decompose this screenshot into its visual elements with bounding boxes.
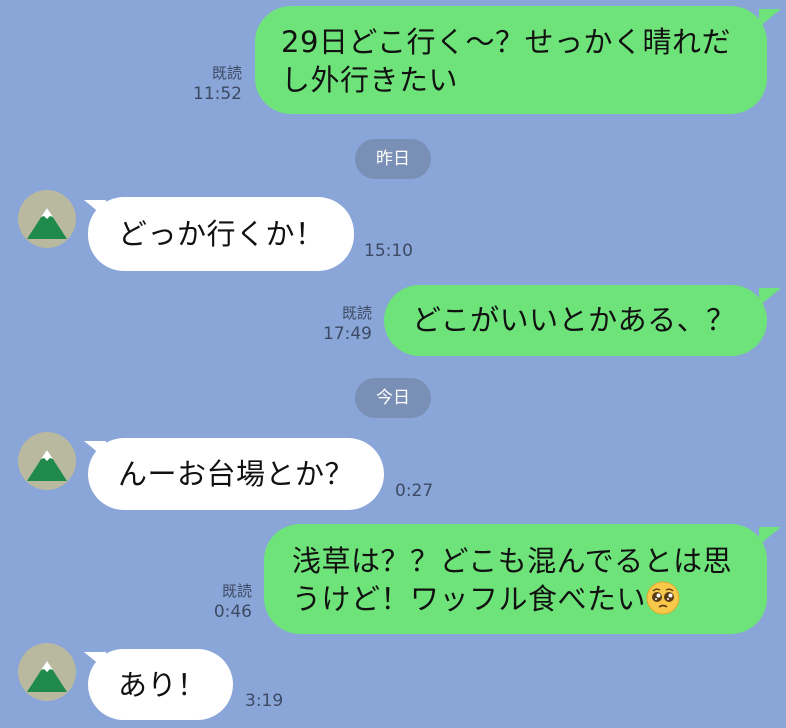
outgoing-message-bubble[interactable]: 29日どこ行く〜？せっかく晴れだ し外行きたい <box>255 6 767 114</box>
message-text-line: し外行きたい <box>281 63 459 97</box>
message-time: 11:52 <box>193 84 242 104</box>
message-meta: 既読 11:52 <box>186 63 242 105</box>
pleading-face-icon <box>646 581 680 615</box>
read-receipt: 既読 <box>221 582 252 600</box>
message-time: 15:10 <box>364 241 413 261</box>
message-time: 0:46 <box>213 602 252 622</box>
bubble-tail <box>759 527 781 545</box>
incoming-message-bubble[interactable]: どっか行くか！ <box>88 197 354 271</box>
contact-avatar[interactable] <box>18 190 76 248</box>
message-text: んーお台場とか？ <box>118 457 355 491</box>
outgoing-message-bubble[interactable]: どこがいいとかある、？ <box>384 285 767 356</box>
message-text: どこがいいとかある、？ <box>412 303 736 337</box>
read-receipt: 既読 <box>341 304 372 322</box>
mountain-icon <box>27 208 67 239</box>
message-text-line: うけど！ワッフル食べたい <box>292 582 647 616</box>
message-time: 17:49 <box>323 324 372 344</box>
message-text: どっか行くか！ <box>118 217 325 251</box>
date-separator: 今日 <box>355 378 431 418</box>
contact-avatar[interactable] <box>18 643 76 701</box>
message-text: あり！ <box>118 668 207 702</box>
incoming-message-bubble[interactable]: んーお台場とか？ <box>88 438 384 510</box>
read-receipt: 既読 <box>211 64 242 82</box>
date-separator: 昨日 <box>355 139 431 179</box>
outgoing-message-bubble[interactable]: 浅草は？？どこも混んでるとは思 うけど！ワッフル食べたい <box>264 524 767 634</box>
message-text-line: 浅草は？？どこも混んでるとは思 <box>292 544 733 578</box>
incoming-message-bubble[interactable]: あり！ <box>88 649 233 720</box>
message-time: 0:27 <box>395 481 434 501</box>
message-text-line-with-emoji: うけど！ワッフル食べたい <box>292 580 747 618</box>
chat-message-list[interactable]: 既読 11:52 29日どこ行く〜？せっかく晴れだ し外行きたい 昨日 どっか行… <box>0 0 786 728</box>
message-text-line: 29日どこ行く〜？せっかく晴れだ <box>281 25 732 59</box>
message-time: 3:19 <box>245 691 284 711</box>
bubble-tail <box>759 9 781 27</box>
mountain-icon <box>27 450 67 481</box>
message-meta: 既読 17:49 <box>316 303 372 345</box>
bubble-tail <box>759 288 781 306</box>
message-meta: 既読 0:46 <box>196 581 252 623</box>
mountain-icon <box>27 661 67 692</box>
contact-avatar[interactable] <box>18 432 76 490</box>
